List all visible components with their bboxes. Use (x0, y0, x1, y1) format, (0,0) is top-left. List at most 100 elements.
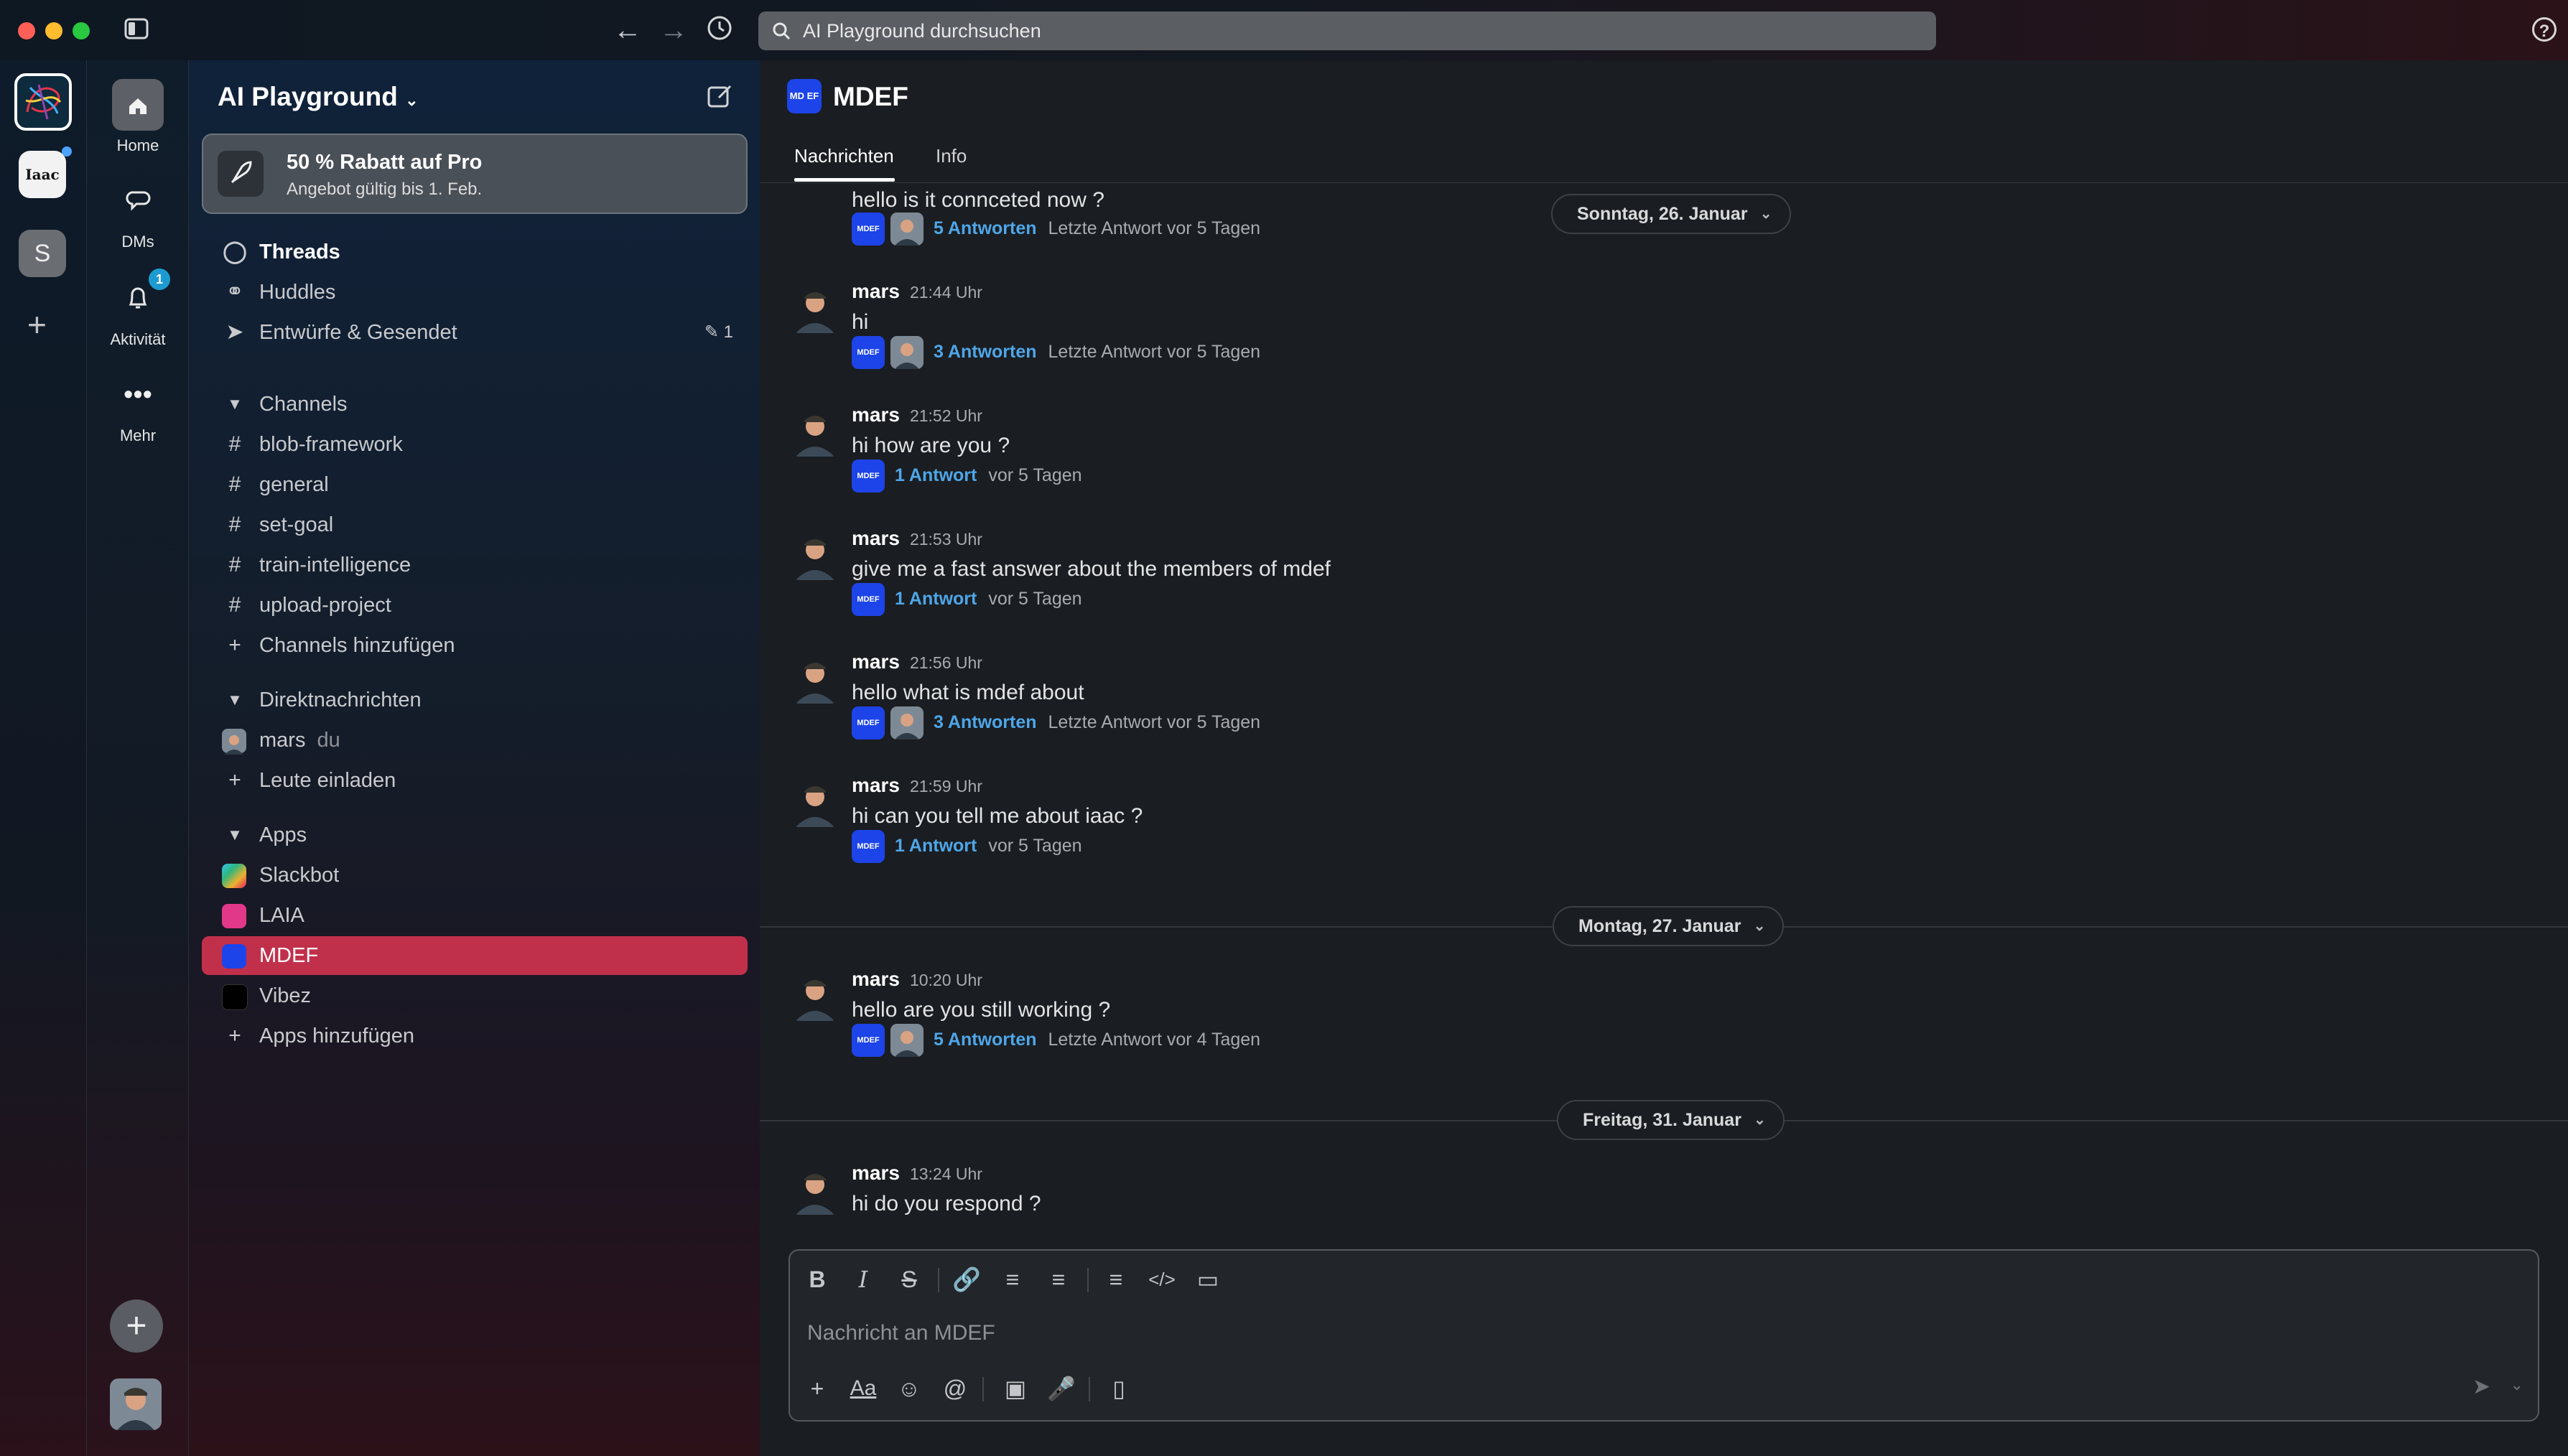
sidebar-item-blob-framework[interactable]: # blob-framework (202, 425, 748, 464)
vibez-icon (222, 984, 248, 1010)
replies-link[interactable]: 5 Antworten (934, 1030, 1037, 1050)
sidebar-item-laia[interactable]: LAIA (202, 896, 748, 935)
workspace-iaac[interactable]: Iaac (19, 151, 66, 198)
message-input[interactable]: Nachricht an MDEF (807, 1321, 995, 1345)
date-divider-button[interactable]: Freitag, 31. Januar ⌄ (1557, 1100, 1785, 1140)
sidebar-item-mdef[interactable]: MDEF (202, 936, 748, 975)
apps-section-toggle[interactable]: ▼ Apps (202, 816, 748, 854)
create-new-button[interactable]: + (110, 1299, 163, 1353)
tab-info[interactable]: Info (936, 145, 967, 167)
caret-down-icon: ▼ (227, 826, 243, 844)
channel-title[interactable]: MDEF (833, 82, 908, 112)
slackbot-icon (222, 864, 246, 888)
threads-icon: ◯ (223, 240, 247, 263)
close-window-button[interactable] (18, 22, 35, 39)
microphone-icon[interactable]: 🎤 (1044, 1371, 1079, 1406)
sidebar-item-slackbot[interactable]: Slackbot (202, 856, 748, 895)
thread-summary[interactable]: MDEF 1 Antwort vor 5 Tagen (852, 829, 1082, 864)
nav-activity[interactable]: Aktivität (87, 273, 189, 349)
sidebar-item-vibez[interactable]: Vibez (202, 976, 748, 1015)
send-icon[interactable]: ➤ (2472, 1374, 2490, 1399)
message-time: 13:24 Uhr (909, 1165, 982, 1183)
sidebar-toggle-icon[interactable] (121, 14, 152, 46)
sidebar-item-dm-mars[interactable]: mars du (202, 721, 748, 760)
video-icon[interactable]: ▣ (998, 1371, 1033, 1406)
formatting-toggle[interactable]: Aa (846, 1371, 880, 1406)
search-input[interactable]: AI Playground durchsuchen (758, 11, 1936, 50)
drafts-count: ✎ 1 (704, 322, 733, 342)
add-workspace-button[interactable]: + (27, 308, 47, 341)
home-icon (112, 79, 164, 131)
message-time: 21:53 Uhr (909, 530, 982, 549)
mdef-icon (222, 944, 246, 969)
replies-link[interactable]: 3 Antworten (934, 712, 1037, 732)
channels-section-toggle[interactable]: ▼ Channels (202, 385, 748, 424)
sidebar-item-huddles[interactable]: ⚭ Huddles (202, 273, 748, 312)
emoji-icon[interactable]: ☺ (892, 1371, 926, 1406)
toolbar-divider (938, 1268, 939, 1292)
nav-home[interactable]: Home (87, 79, 189, 155)
nav-dms[interactable]: DMs (87, 175, 189, 251)
sidebar-item-label: Huddles (259, 281, 336, 304)
sidebar-item-train-intelligence[interactable]: # train-intelligence (202, 546, 748, 584)
bold-icon[interactable]: B (800, 1262, 834, 1297)
add-apps-button[interactable]: + Apps hinzufügen (202, 1017, 748, 1055)
workspace-menu[interactable]: AI Playground ⌄ (218, 82, 419, 112)
link-icon[interactable]: 🔗 (949, 1262, 984, 1297)
strikethrough-icon[interactable]: S (892, 1262, 926, 1297)
history-icon[interactable] (704, 14, 735, 48)
minimize-window-button[interactable] (45, 22, 62, 39)
tab-messages[interactable]: Nachrichten (794, 145, 894, 167)
date-divider-button[interactable]: Montag, 27. Januar ⌄ (1553, 906, 1785, 946)
sidebar-item-drafts[interactable]: ➤ Entwürfe & Gesendet ✎ 1 (202, 313, 748, 352)
message-time: 21:52 Uhr (909, 406, 982, 425)
thread-summary[interactable]: MDEF 3 Antworten Letzte Antwort vor 5 Tage… (852, 705, 1260, 740)
plus-icon[interactable]: + (800, 1371, 834, 1406)
add-channels-button[interactable]: + Channels hinzufügen (202, 626, 748, 665)
sidebar-item-label: Vibez (259, 984, 312, 1007)
thread-summary[interactable]: MDEF 5 Antworten Letzte Antwort vor 4 Tage… (852, 1022, 1260, 1058)
help-icon[interactable]: ? (2532, 17, 2557, 42)
italic-icon[interactable]: I (846, 1262, 880, 1297)
compose-icon[interactable] (706, 82, 735, 114)
invite-people-button[interactable]: + Leute einladen (202, 761, 748, 800)
sidebar-item-upload-project[interactable]: # upload-project (202, 586, 748, 625)
replies-link[interactable]: 3 Antworten (934, 342, 1037, 362)
code-block-icon[interactable]: ▭ (1191, 1262, 1225, 1297)
replies-link[interactable]: 1 Antwort (895, 589, 977, 609)
workspace-ai-playground[interactable] (14, 73, 72, 131)
code-icon[interactable]: </> (1145, 1262, 1179, 1297)
thread-summary[interactable]: MDEF 1 Antwort vor 5 Tagen (852, 458, 1082, 493)
date-divider-button[interactable]: Sonntag, 26. Januar ⌄ (1551, 194, 1791, 234)
plus-icon: + (228, 768, 241, 792)
back-arrow-icon[interactable]: ← (612, 14, 643, 46)
forward-arrow-icon[interactable]: → (658, 14, 689, 46)
sidebar-item-set-goal[interactable]: # set-goal (202, 505, 748, 544)
sidebar-item-general[interactable]: # general (202, 465, 748, 504)
message-composer[interactable]: B I S 🔗 ≡ ≡ ≡ </> ▭ Nachricht an MDEF + … (788, 1249, 2539, 1422)
bot-avatar-icon: MDEF (852, 583, 885, 617)
user-avatar[interactable] (110, 1378, 162, 1430)
workspace-s[interactable]: S (19, 230, 66, 277)
replies-link[interactable]: 1 Antwort (895, 836, 977, 856)
mention-icon[interactable]: @ (938, 1371, 972, 1406)
thread-summary[interactable]: MDEF 1 Antwort vor 5 Tagen (852, 582, 1082, 617)
toolbar-divider (1087, 1268, 1089, 1292)
blockquote-icon[interactable]: ≡ (1099, 1262, 1133, 1297)
avatar (890, 706, 924, 740)
replies-link[interactable]: 1 Antwort (895, 465, 977, 485)
replies-link[interactable]: 5 Antworten (934, 218, 1037, 238)
thread-summary[interactable]: MDEF 3 Antworten Letzte Antwort vor 5 Tage… (852, 335, 1260, 370)
you-suffix: du (317, 729, 340, 752)
maximize-window-button[interactable] (73, 22, 90, 39)
pro-promo-banner[interactable]: 50 % Rabatt auf Pro Angebot gültig bis 1… (202, 134, 748, 214)
chevron-down-icon: ⌄ (1753, 918, 1766, 934)
ordered-list-icon[interactable]: ≡ (995, 1262, 1030, 1297)
bullet-list-icon[interactable]: ≡ (1041, 1262, 1076, 1297)
chevron-down-icon[interactable]: ⌄ (2511, 1376, 2523, 1394)
thread-summary[interactable]: MDEF 5 Antworten Letzte Antwort vor 5 Tage… (852, 211, 1260, 246)
dm-section-toggle[interactable]: ▼ Direktnachrichten (202, 681, 748, 719)
nav-more[interactable]: ••• Mehr (87, 369, 189, 445)
slash-command-icon[interactable]: ▯ (1102, 1371, 1136, 1406)
sidebar-item-threads[interactable]: ◯ Threads (202, 233, 748, 271)
